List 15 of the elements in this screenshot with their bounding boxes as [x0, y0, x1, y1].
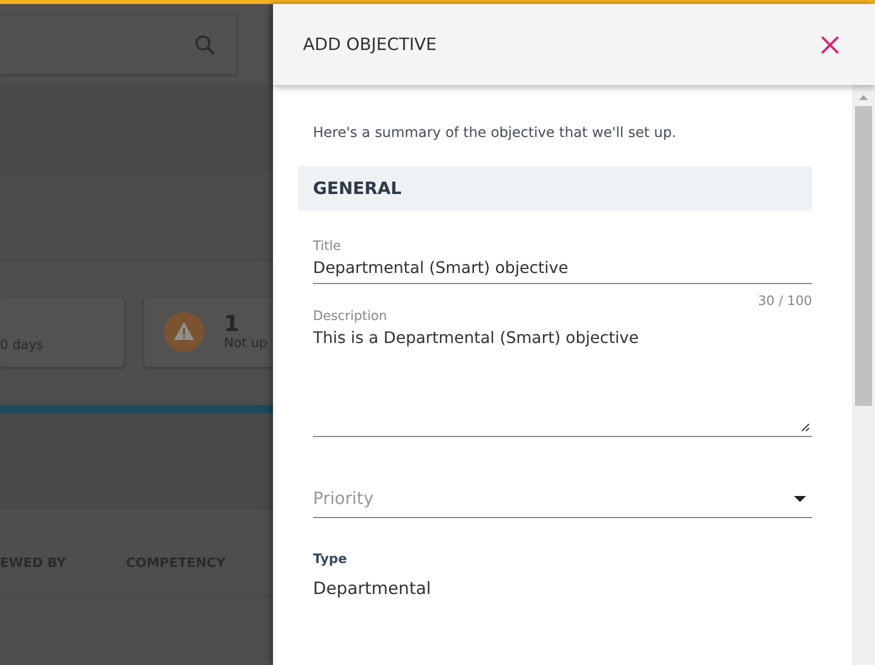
panel-title: ADD OBJECTIVE [303, 34, 437, 54]
section-header: GENERAL [298, 166, 812, 211]
title-field[interactable]: Title Departmental (Smart) objective [313, 239, 812, 284]
type-label: Type [313, 552, 348, 567]
scrollbar[interactable] [852, 85, 875, 665]
character-counter: 30 / 100 [758, 294, 812, 309]
warning-icon [164, 312, 204, 352]
description-field[interactable]: Description This is a Departmental (Smart) objective [313, 309, 812, 437]
resize-handle-icon[interactable] [801, 423, 810, 432]
scroll-up-icon[interactable] [859, 95, 868, 100]
close-icon[interactable] [821, 36, 839, 54]
search-icon [194, 34, 216, 56]
intro-text: Here's a summary of the objective that we'll set up. [313, 125, 678, 141]
type-value: Departmental [313, 579, 432, 599]
caret-icon [794, 496, 806, 502]
